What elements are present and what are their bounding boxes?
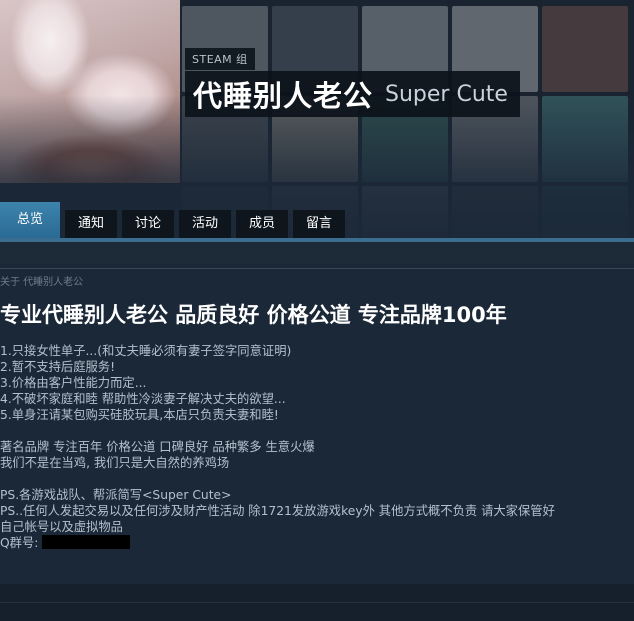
member-avatar-tile: [542, 96, 628, 182]
description-line: 自己帐号以及虚拟物品: [0, 520, 123, 534]
tab-members[interactable]: 成员: [236, 210, 288, 238]
group-abbreviation: Super Cute: [385, 81, 508, 107]
description-line: PS.各游戏战队、帮派简写<Super Cute>: [0, 488, 232, 502]
tab-announcements[interactable]: 通知: [65, 210, 117, 238]
redacted-qq-number: [42, 535, 131, 549]
description-line: 5.单身汪请某包购买硅胶玩具,本店只负责夫妻和睦!: [0, 408, 279, 422]
group-title: 代睡别人老公 Super Cute: [185, 71, 520, 117]
qq-group-line: Q群号:: [0, 535, 634, 551]
description-line: 2.暂不支持后庭服务!: [0, 360, 116, 374]
tab-content-strip: [0, 242, 634, 264]
group-description: 1.只接女性单子...(和丈夫睡必须有妻子签字同意证明) 2.暂不支持后庭服务!…: [0, 343, 634, 551]
tab-overview[interactable]: 总览: [0, 202, 60, 238]
group-name: 代睡别人老公: [193, 79, 374, 113]
member-avatar-tile: [542, 6, 628, 92]
footer-divider: [0, 602, 634, 603]
group-headline: 专业代睡别人老公 品质良好 价格公道 专注品牌100年: [0, 303, 507, 327]
about-label: 关于 代睡别人老公: [0, 277, 84, 288]
steam-group-tag: STEAM 组: [185, 48, 255, 70]
description-line: 著名品牌 专注百年 价格公道 口碑良好 品种繁多 生意火爆: [0, 440, 315, 454]
group-nav-tabs: 总览 通知 讨论 活动 成员 留言: [0, 202, 634, 238]
tab-discussions[interactable]: 讨论: [122, 210, 174, 238]
description-line: PS..任何人发起交易以及任何涉及财产性活动 除1721发放游戏key外 其他方…: [0, 504, 555, 518]
tab-comments[interactable]: 留言: [293, 210, 345, 238]
description-line: 我们不是在当鸡, 我们只是大自然的养鸡场: [0, 456, 230, 470]
tab-events[interactable]: 活动: [179, 210, 231, 238]
section-divider: [0, 268, 634, 269]
description-line: 1.只接女性单子...(和丈夫睡必须有妻子签字同意证明): [0, 344, 292, 358]
description-line: 4.不破坏家庭和睦 帮助性冷淡妻子解决丈夫的欲望...: [0, 392, 286, 406]
group-avatar: [0, 0, 180, 183]
qq-group-label: Q群号:: [0, 536, 39, 550]
description-line: 3.价格由客户性能力而定...: [0, 376, 147, 390]
